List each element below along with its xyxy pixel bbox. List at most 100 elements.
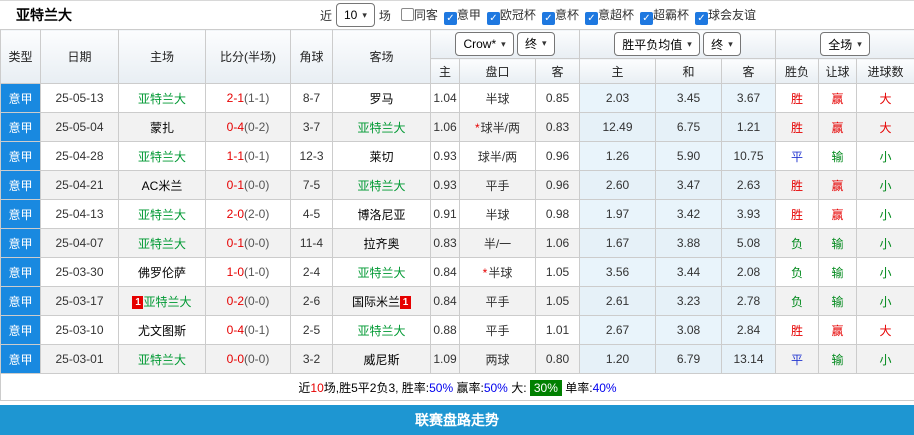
league-badge[interactable]: 意甲 bbox=[1, 322, 40, 339]
chevron-down-icon: ▾ bbox=[542, 39, 547, 48]
away-team-name[interactable]: 国际米兰 bbox=[352, 295, 400, 309]
handicap-away-odds-cell: 1.05 bbox=[536, 287, 580, 316]
bookmaker-select-value: Crow* bbox=[463, 37, 496, 51]
score-cell: 1-0(1-0) bbox=[206, 258, 291, 287]
handicap-name: 半球 bbox=[488, 266, 512, 280]
handicap-name: 平手 bbox=[485, 324, 509, 338]
halftime-score: (0-2) bbox=[244, 120, 269, 134]
league-badge[interactable]: 意甲 bbox=[1, 119, 40, 136]
handicap-name: 平手 bbox=[485, 179, 509, 193]
avg-lose-odds-cell: 2.08 bbox=[722, 258, 776, 287]
away-team-name[interactable]: 亚特兰大 bbox=[357, 179, 405, 193]
avg-win-odds-cell: 12.49 bbox=[580, 113, 656, 142]
home-team-name[interactable]: 亚特兰大 bbox=[138, 208, 186, 222]
away-team-name[interactable]: 莱切 bbox=[369, 150, 393, 164]
home-team-name[interactable]: 佛罗伦萨 bbox=[138, 266, 186, 280]
league-badge[interactable]: 意甲 bbox=[1, 235, 40, 252]
filter-checkbox-serie-a[interactable]: ✓ bbox=[444, 12, 457, 25]
date-cell: 25-04-07 bbox=[41, 229, 119, 258]
filter-checkbox-super-cup[interactable]: ✓ bbox=[640, 12, 653, 25]
avg-draw-odds-cell: 3.08 bbox=[656, 316, 722, 345]
corner-cell: 7-5 bbox=[291, 171, 333, 200]
sub-header-handicap: 盘口 bbox=[460, 59, 536, 84]
result-handicap-cell: 赢 bbox=[819, 113, 857, 142]
league-badge[interactable]: 意甲 bbox=[1, 177, 40, 194]
home-team-name[interactable]: 亚特兰大 bbox=[143, 295, 191, 309]
filter-checkbox-same-away[interactable] bbox=[401, 8, 414, 21]
away-team-name[interactable]: 威尼斯 bbox=[363, 353, 399, 367]
filter-label-italy-cup[interactable]: 意杯 bbox=[555, 8, 579, 22]
away-team-name[interactable]: 亚特兰大 bbox=[357, 266, 405, 280]
league-badge[interactable]: 意甲 bbox=[1, 264, 40, 281]
date-cell: 25-04-28 bbox=[41, 142, 119, 171]
home-team-cell: 1亚特兰大 bbox=[119, 287, 206, 316]
league-cell: 意甲 bbox=[1, 258, 41, 287]
result-handicap-cell: 输 bbox=[819, 229, 857, 258]
avg-final-select[interactable]: 终 ▾ bbox=[703, 32, 741, 56]
avg-win-odds-cell: 1.97 bbox=[580, 200, 656, 229]
avg-lose-odds-cell: 3.67 bbox=[722, 84, 776, 113]
handicap-away-odds-cell: 0.85 bbox=[536, 84, 580, 113]
home-team-name[interactable]: 尤文图斯 bbox=[138, 324, 186, 338]
sub-header-avg-lose: 客 bbox=[722, 59, 776, 84]
home-team-name[interactable]: 蒙扎 bbox=[150, 121, 174, 135]
filter-label-champions-league[interactable]: 欧冠杯 bbox=[500, 8, 536, 22]
score-cell: 2-0(2-0) bbox=[206, 200, 291, 229]
away-team-name[interactable]: 罗马 bbox=[369, 92, 393, 106]
filter-label-italy-super-cup[interactable]: 意超杯 bbox=[598, 8, 634, 22]
scope-select[interactable]: 全场 ▾ bbox=[820, 32, 870, 56]
date-cell: 25-05-04 bbox=[41, 113, 119, 142]
away-team-cell: 威尼斯 bbox=[333, 345, 431, 374]
avg-draw-odds-cell: 3.23 bbox=[656, 287, 722, 316]
filter-checkbox-italy-cup[interactable]: ✓ bbox=[542, 12, 555, 25]
filter-label-same-away[interactable]: 同客 bbox=[414, 8, 438, 22]
league-cell: 意甲 bbox=[1, 142, 41, 171]
result-goals-cell: 大 bbox=[857, 113, 914, 142]
league-badge[interactable]: 意甲 bbox=[1, 206, 40, 223]
halftime-score: (0-0) bbox=[244, 294, 269, 308]
home-team-cell: 蒙扎 bbox=[119, 113, 206, 142]
score-cell: 1-1(0-1) bbox=[206, 142, 291, 171]
away-team-name[interactable]: 博洛尼亚 bbox=[357, 208, 405, 222]
home-team-name[interactable]: 亚特兰大 bbox=[138, 353, 186, 367]
away-team-name[interactable]: 亚特兰大 bbox=[357, 121, 405, 135]
date-cell: 25-03-10 bbox=[41, 316, 119, 345]
filter-checkbox-italy-super-cup[interactable]: ✓ bbox=[585, 12, 598, 25]
filter-label-super-cup[interactable]: 超霸杯 bbox=[653, 8, 689, 22]
bookmaker-select[interactable]: Crow* ▾ bbox=[455, 32, 513, 56]
red-card-badge: 1 bbox=[400, 296, 411, 309]
result-goals-cell: 小 bbox=[857, 287, 914, 316]
home-team-name[interactable]: 亚特兰大 bbox=[138, 237, 186, 251]
away-team-name[interactable]: 拉齐奥 bbox=[363, 237, 399, 251]
filter-checkbox-club-friendly[interactable]: ✓ bbox=[695, 12, 708, 25]
result-wdl-cell: 平 bbox=[776, 142, 819, 171]
handicap-away-odds-cell: 0.83 bbox=[536, 113, 580, 142]
league-badge[interactable]: 意甲 bbox=[1, 148, 40, 165]
away-team-name[interactable]: 亚特兰大 bbox=[357, 324, 405, 338]
result-wdl-cell: 胜 bbox=[776, 316, 819, 345]
avg-odds-select[interactable]: 胜平负均值 ▾ bbox=[614, 32, 700, 56]
home-team-name[interactable]: 亚特兰大 bbox=[138, 150, 186, 164]
handicap-name: 半球 bbox=[485, 92, 509, 106]
match-count-select[interactable]: 10 ▾ bbox=[336, 3, 375, 27]
league-badge[interactable]: 意甲 bbox=[1, 90, 40, 107]
footer-link-label: 联赛盘路走势 bbox=[415, 410, 499, 430]
sub-header-handicap-away: 客 bbox=[536, 59, 580, 84]
league-badge[interactable]: 意甲 bbox=[1, 293, 40, 310]
handicap-final-select[interactable]: 终 ▾ bbox=[517, 32, 555, 56]
home-team-name[interactable]: AC米兰 bbox=[142, 179, 183, 193]
filter-label-club-friendly[interactable]: 球会友谊 bbox=[708, 8, 756, 22]
filter-label-serie-a[interactable]: 意甲 bbox=[457, 8, 481, 22]
handicap-cell: 两球 bbox=[460, 345, 536, 374]
handicap-final-value: 终 bbox=[525, 35, 537, 52]
chevron-down-icon: ▾ bbox=[687, 40, 692, 49]
result-handicap-cell: 赢 bbox=[819, 200, 857, 229]
league-badge[interactable]: 意甲 bbox=[1, 351, 40, 368]
handicap-home-odds-cell: 0.84 bbox=[431, 258, 460, 287]
filter-checkbox-champions-league[interactable]: ✓ bbox=[487, 12, 500, 25]
avg-lose-odds-cell: 13.14 bbox=[722, 345, 776, 374]
handicap-name: 球半/两 bbox=[478, 150, 517, 164]
home-team-name[interactable]: 亚特兰大 bbox=[138, 92, 186, 106]
fulltime-score: 1-1 bbox=[227, 149, 244, 163]
result-goals-cell: 小 bbox=[857, 171, 914, 200]
